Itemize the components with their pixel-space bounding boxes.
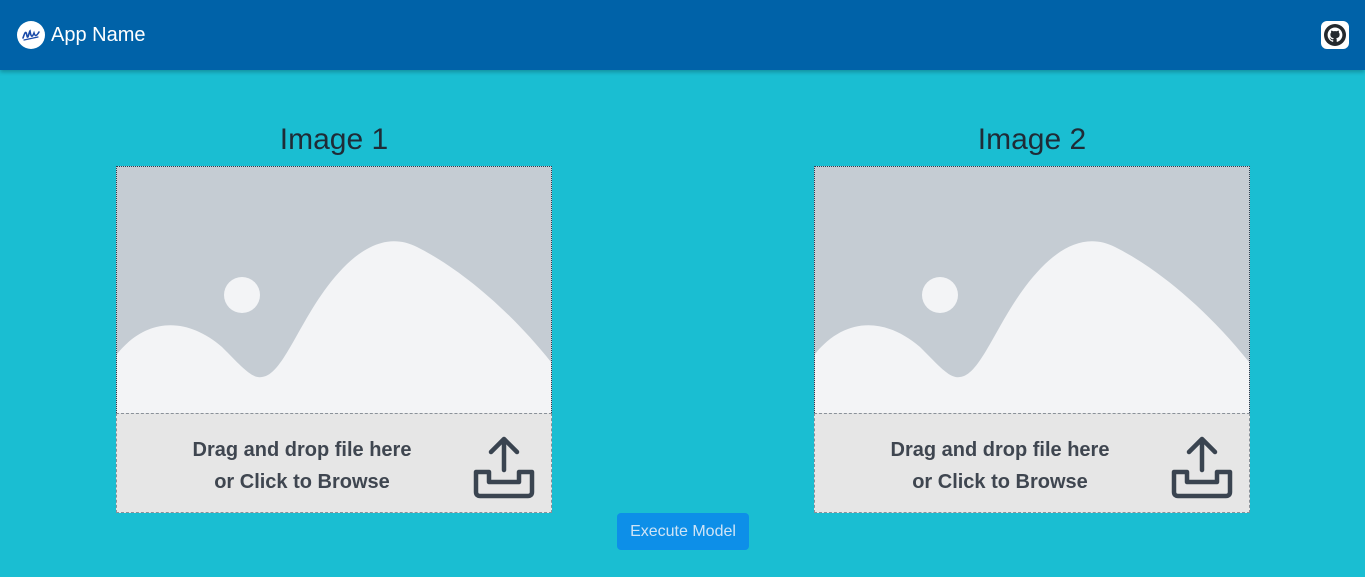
dropzone-line-1: Drag and drop file here — [890, 439, 1110, 461]
image-placeholder-icon — [117, 167, 551, 413]
upload-icon — [473, 436, 535, 499]
image-1-panel: Image 1 Drag and drop file here or Click… — [116, 118, 552, 513]
image-1-preview — [116, 166, 552, 413]
dropzone-line-2: or Click to Browse — [912, 471, 1088, 493]
image-2-dropzone[interactable]: Drag and drop file here or Click to Brow… — [814, 413, 1250, 513]
image-placeholder-icon — [815, 167, 1249, 413]
image-1-title: Image 1 — [279, 123, 389, 156]
dropzone-line-2: or Click to Browse — [214, 471, 390, 493]
image-2-preview — [814, 166, 1250, 413]
dropzone-text: Drag and drop file here or Click to Brow… — [815, 434, 1185, 498]
github-icon — [1323, 23, 1347, 47]
image-1-dropzone[interactable]: Drag and drop file here or Click to Brow… — [116, 413, 552, 513]
signature-logo-icon — [17, 21, 45, 49]
app-name: App Name — [51, 23, 146, 46]
dropzone-line-1: Drag and drop file here — [192, 439, 412, 461]
top-navbar: App Name — [0, 0, 1365, 70]
image-2-title: Image 2 — [977, 123, 1087, 156]
github-link[interactable] — [1321, 21, 1349, 49]
brand-link[interactable]: App Name — [17, 21, 146, 49]
image-2-panel: Image 2 Drag and drop file here or Click… — [814, 118, 1250, 513]
upload-icon — [1171, 436, 1233, 499]
dropzone-text: Drag and drop file here or Click to Brow… — [117, 434, 487, 498]
execute-model-button[interactable]: Execute Model — [617, 513, 749, 550]
